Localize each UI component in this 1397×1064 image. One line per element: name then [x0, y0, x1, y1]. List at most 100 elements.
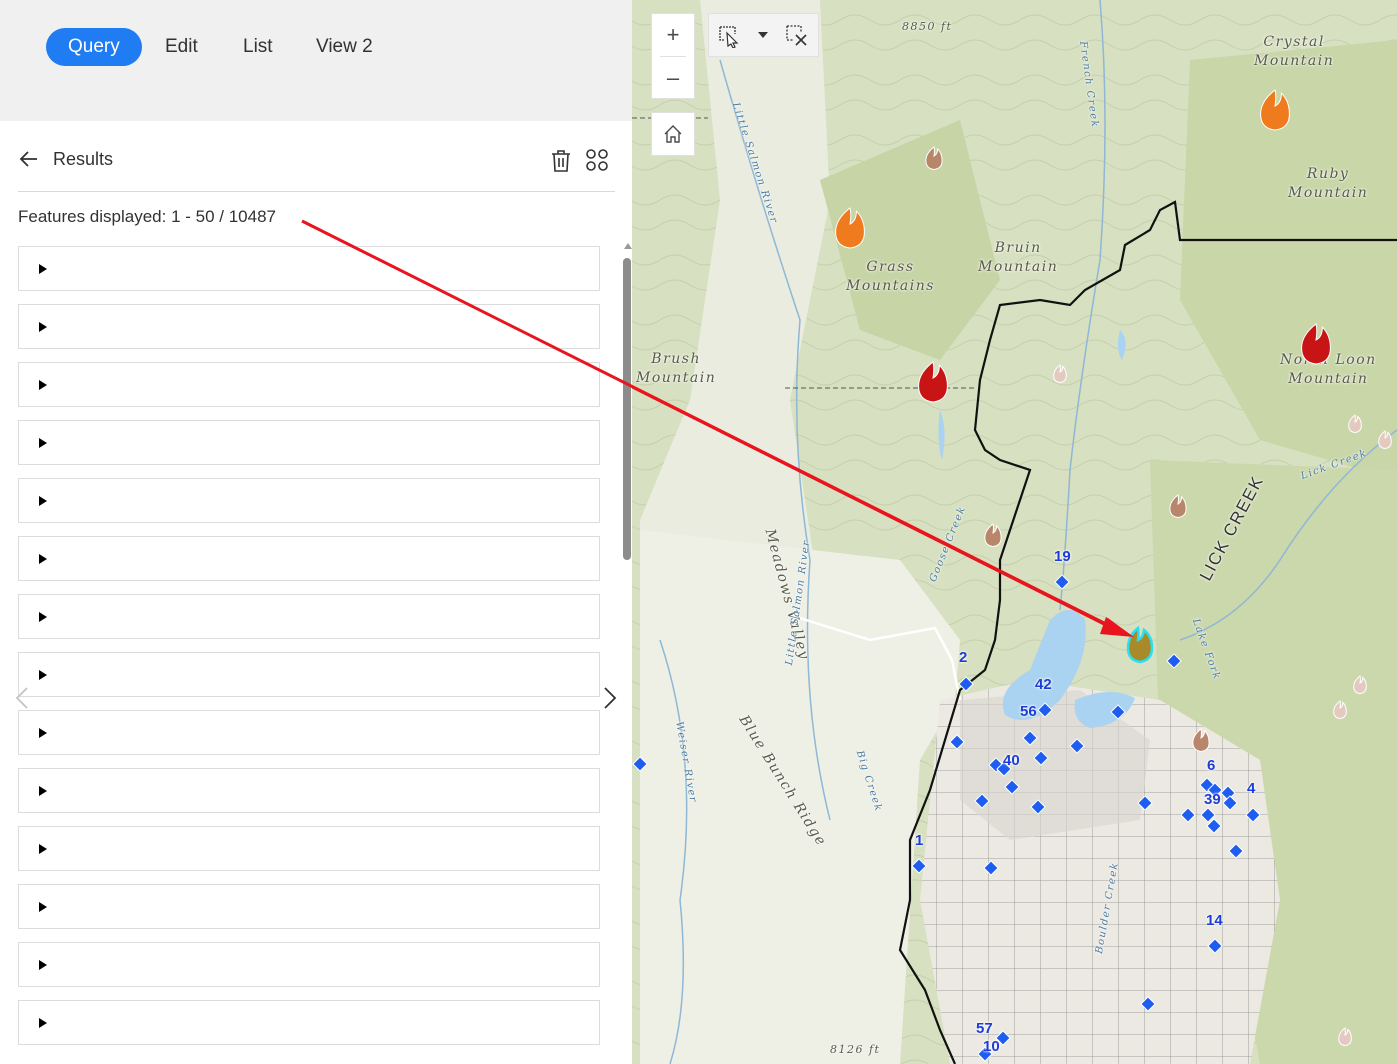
results-panel: Query Edit List View 2 Results Features …: [0, 0, 632, 1064]
point-feature-icon[interactable]: [1166, 653, 1182, 669]
results-header: Results: [18, 140, 615, 192]
fire-icon[interactable]: [984, 523, 1002, 548]
clear-selection-icon[interactable]: [785, 24, 809, 48]
home-icon: [664, 125, 682, 143]
home-button[interactable]: [651, 112, 695, 156]
point-feature-icon[interactable]: [1140, 996, 1156, 1012]
fire-icon[interactable]: [1338, 1027, 1352, 1047]
list-item[interactable]: [18, 362, 600, 407]
fire-icon[interactable]: [1053, 364, 1067, 384]
list-item[interactable]: [18, 304, 600, 349]
cluster-count-label: 39: [1204, 791, 1221, 808]
results-list: [18, 246, 600, 1058]
list-item[interactable]: [18, 884, 600, 929]
fire-icon[interactable]: [925, 146, 943, 171]
expand-caret-icon[interactable]: [39, 1018, 47, 1028]
point-feature-icon[interactable]: [1037, 702, 1053, 718]
list-item[interactable]: [18, 826, 600, 871]
point-feature-icon[interactable]: [1228, 843, 1244, 859]
list-item[interactable]: [18, 768, 600, 813]
point-feature-icon[interactable]: [1022, 730, 1038, 746]
fire-icon[interactable]: [1333, 700, 1347, 720]
fire-icon[interactable]: [1348, 414, 1362, 434]
expand-caret-icon[interactable]: [39, 902, 47, 912]
expand-caret-icon[interactable]: [39, 380, 47, 390]
expand-caret-icon[interactable]: [39, 322, 47, 332]
zoom-out-icon[interactable]: –: [652, 57, 694, 99]
expand-caret-icon[interactable]: [39, 554, 47, 564]
arrow-left-icon[interactable]: [18, 148, 40, 170]
cluster-count-label: 4: [1247, 780, 1256, 797]
cluster-count-label: 40: [1003, 752, 1020, 769]
cluster-count-label: 10: [983, 1038, 1000, 1055]
fire-icon[interactable]: [918, 361, 948, 403]
point-feature-icon[interactable]: [974, 793, 990, 809]
list-item[interactable]: [18, 246, 600, 291]
expand-caret-icon[interactable]: [39, 728, 47, 738]
list-item[interactable]: [18, 710, 600, 755]
expand-caret-icon[interactable]: [39, 612, 47, 622]
selected-feature[interactable]: [1126, 625, 1154, 664]
expand-caret-icon[interactable]: [39, 264, 47, 274]
point-feature-icon[interactable]: [1245, 807, 1261, 823]
top-nav: Query Edit List View 2: [0, 0, 632, 121]
expand-caret-icon[interactable]: [39, 786, 47, 796]
point-feature-icon[interactable]: [1030, 799, 1046, 815]
chevron-left-icon[interactable]: [12, 686, 32, 710]
point-feature-icon[interactable]: [632, 756, 648, 772]
point-feature-icon[interactable]: [1033, 750, 1049, 766]
fire-icon[interactable]: [1301, 323, 1331, 365]
dropdown-caret-icon[interactable]: [757, 29, 769, 41]
tab-query[interactable]: Query: [46, 28, 142, 66]
expand-caret-icon[interactable]: [39, 960, 47, 970]
point-feature-icon[interactable]: [958, 676, 974, 692]
fire-icon[interactable]: [1353, 675, 1367, 695]
scrollbar-thumb[interactable]: [623, 258, 631, 560]
cluster-count-label: 2: [959, 649, 968, 666]
map-view[interactable]: Crystal Mountain Ruby Mountain Bruin Mounta…: [632, 0, 1397, 1064]
tab-list[interactable]: List: [221, 28, 295, 66]
list-item[interactable]: [18, 420, 600, 465]
grid-icon[interactable]: [585, 148, 609, 172]
scroll-up-arrow[interactable]: [624, 243, 632, 249]
point-feature-icon[interactable]: [949, 734, 965, 750]
list-item[interactable]: [18, 942, 600, 987]
list-item[interactable]: [18, 1000, 600, 1045]
fire-icon[interactable]: [1192, 728, 1210, 753]
trash-icon[interactable]: [550, 149, 572, 173]
tab-edit[interactable]: Edit: [143, 28, 220, 66]
list-item[interactable]: [18, 594, 600, 639]
cluster-count-label: 14: [1206, 912, 1223, 929]
select-by-pointer-icon[interactable]: [717, 24, 741, 48]
cluster-count-label: 1: [915, 832, 924, 849]
list-item[interactable]: [18, 536, 600, 581]
point-feature-icon[interactable]: [1110, 704, 1126, 720]
fire-icon[interactable]: [1169, 494, 1187, 519]
cluster-count-label: 19: [1054, 548, 1071, 565]
list-item[interactable]: [18, 478, 600, 523]
cluster-count-label: 56: [1020, 703, 1037, 720]
list-item[interactable]: [18, 652, 600, 697]
selection-toolbar: [708, 13, 819, 57]
point-feature-icon[interactable]: [1004, 779, 1020, 795]
expand-caret-icon[interactable]: [39, 844, 47, 854]
arrow-head: [1104, 618, 1132, 636]
point-feature-icon[interactable]: [1180, 807, 1196, 823]
expand-caret-icon[interactable]: [39, 496, 47, 506]
point-feature-icon[interactable]: [1207, 938, 1223, 954]
point-feature-icon[interactable]: [1054, 574, 1070, 590]
zoom-in-icon[interactable]: +: [652, 14, 694, 56]
fire-icon[interactable]: [835, 207, 865, 249]
fire-icon[interactable]: [1260, 89, 1290, 131]
point-feature-icon[interactable]: [983, 860, 999, 876]
cluster-count-label: 57: [976, 1020, 993, 1037]
point-feature-icon[interactable]: [1137, 795, 1153, 811]
chevron-right-icon[interactable]: [600, 686, 620, 710]
point-feature-icon[interactable]: [1222, 795, 1238, 811]
point-feature-icon[interactable]: [911, 858, 927, 874]
point-feature-icon[interactable]: [1069, 738, 1085, 754]
expand-caret-icon[interactable]: [39, 438, 47, 448]
fire-icon[interactable]: [1378, 430, 1392, 450]
tab-view-2[interactable]: View 2: [294, 28, 395, 66]
expand-caret-icon[interactable]: [39, 670, 47, 680]
